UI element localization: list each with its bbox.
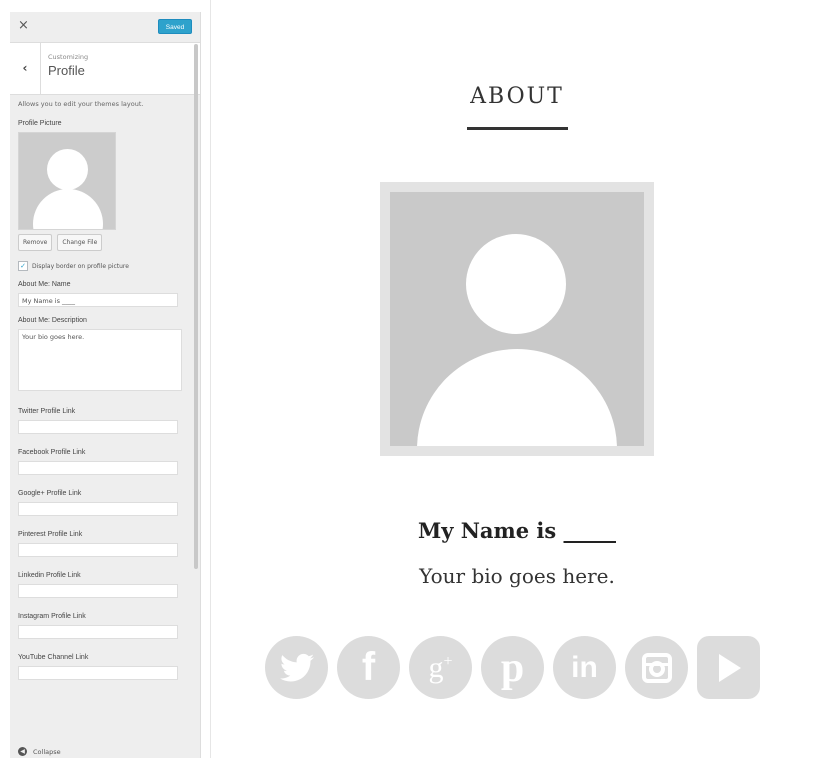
- customizer-sidebar: × Saved ‹ Customizing Profile Allows you…: [10, 12, 201, 758]
- facebook-link-input[interactable]: [18, 461, 178, 475]
- avatar-body-shape: [33, 189, 103, 229]
- heading-underline: [467, 127, 568, 130]
- instagram-link-label: Instagram Profile Link: [18, 613, 86, 620]
- section-title: Profile: [48, 63, 85, 78]
- section-header: ‹ Customizing Profile: [10, 43, 200, 95]
- facebook-link-label: Facebook Profile Link: [18, 449, 86, 456]
- facebook-icon[interactable]: f: [337, 636, 400, 699]
- social-icons-row: f g+ p in: [265, 636, 760, 699]
- name-input[interactable]: My Name is ____: [18, 293, 178, 307]
- description-textarea[interactable]: Your bio goes here.: [18, 329, 182, 391]
- pane-divider: [210, 0, 211, 758]
- name-field-label: About Me: Name: [18, 281, 71, 288]
- linkedin-link-input[interactable]: [18, 584, 178, 598]
- profile-picture-label: Profile Picture: [18, 120, 62, 127]
- change-file-button[interactable]: Change File: [57, 234, 103, 251]
- youtube-icon[interactable]: [697, 636, 760, 699]
- remove-picture-button[interactable]: Remove: [18, 234, 53, 251]
- pinterest-icon[interactable]: p: [481, 636, 544, 699]
- youtube-link-input[interactable]: [18, 666, 178, 680]
- google-plus-link-label: Google+ Profile Link: [18, 490, 82, 497]
- twitter-icon[interactable]: [265, 636, 328, 699]
- border-checkbox[interactable]: ✓: [18, 261, 28, 271]
- youtube-link-label: YouTube Channel Link: [18, 654, 89, 661]
- about-heading: ABOUT: [470, 84, 564, 109]
- back-arrow-icon[interactable]: ‹: [10, 43, 41, 94]
- google-plus-icon[interactable]: g+: [409, 636, 472, 699]
- customizer-header: × Saved: [10, 12, 200, 43]
- avatar-head-shape: [47, 149, 88, 190]
- instagram-link-input[interactable]: [18, 625, 178, 639]
- saved-button[interactable]: Saved: [158, 19, 192, 34]
- border-checkbox-label: Display border on profile picture: [32, 262, 129, 270]
- profile-picture-thumbnail[interactable]: [18, 132, 116, 230]
- twitter-link-label: Twitter Profile Link: [18, 408, 76, 415]
- instagram-icon[interactable]: [625, 636, 688, 699]
- profile-settings-panel: Allows you to edit your themes layout. P…: [18, 100, 184, 680]
- section-description: Allows you to edit your themes layout.: [18, 100, 144, 108]
- description-field-label: About Me: Description: [18, 317, 87, 324]
- profile-photo-border: [380, 182, 654, 456]
- profile-name: My Name is _____: [417, 518, 617, 543]
- sidebar-scrollbar[interactable]: [194, 44, 198, 569]
- google-plus-link-input[interactable]: [18, 502, 178, 516]
- profile-bio: Your bio goes here.: [419, 564, 615, 588]
- collapse-control[interactable]: ◀ Collapse: [18, 747, 61, 756]
- close-icon[interactable]: ×: [18, 19, 29, 33]
- avatar-body-shape: [417, 349, 617, 446]
- breadcrumb: Customizing: [48, 53, 89, 61]
- pinterest-link-input[interactable]: [18, 543, 178, 557]
- twitter-link-input[interactable]: [18, 420, 178, 434]
- profile-photo: [390, 192, 644, 446]
- collapse-icon[interactable]: ◀: [18, 747, 27, 756]
- linkedin-icon[interactable]: in: [553, 636, 616, 699]
- pinterest-link-label: Pinterest Profile Link: [18, 531, 83, 538]
- collapse-label[interactable]: Collapse: [33, 748, 61, 756]
- linkedin-link-label: Linkedin Profile Link: [18, 572, 81, 579]
- avatar-head-shape: [466, 234, 566, 334]
